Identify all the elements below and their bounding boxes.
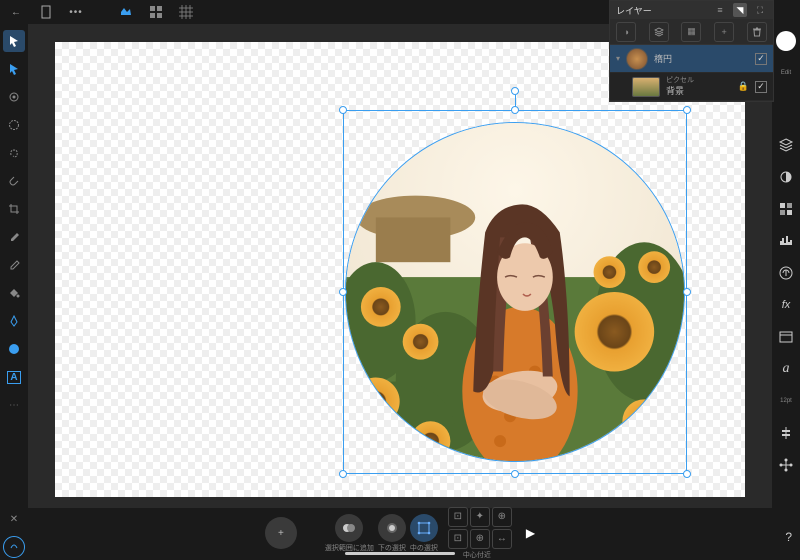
home-indicator: [345, 552, 455, 555]
back-icon: ←: [11, 7, 21, 18]
snap-cell[interactable]: ⊕: [492, 507, 512, 527]
select-below-button[interactable]: [378, 514, 406, 542]
resize-handle-se[interactable]: [683, 470, 691, 478]
histogram-icon[interactable]: [775, 230, 797, 252]
layers-studio-icon[interactable]: [775, 134, 797, 156]
layer-mask-icon[interactable]: ▦: [681, 22, 701, 42]
view-tool-icon[interactable]: [3, 86, 25, 108]
right-toolbar: Edit fx a 12pt: [772, 24, 800, 558]
layer-row-ellipse[interactable]: ▾ 楕円 ✓: [610, 45, 773, 73]
layer-group-icon[interactable]: [649, 22, 669, 42]
close-icon[interactable]: ✕: [3, 508, 25, 530]
layer-opacity-icon[interactable]: ◑: [616, 22, 636, 42]
layer-thumbnail: [626, 48, 648, 70]
layer-add-icon[interactable]: +: [714, 22, 734, 42]
resize-handle-n[interactable]: [511, 106, 519, 114]
snap-cell[interactable]: ⊡: [448, 507, 468, 527]
freehand-select-icon[interactable]: [3, 142, 25, 164]
text-styles-icon[interactable]: a: [775, 358, 797, 380]
persona-photo-icon[interactable]: [116, 2, 136, 22]
eraser-icon[interactable]: [3, 254, 25, 276]
layers-panel-toolbar: ◑ ▦ +: [610, 19, 773, 45]
grid-mode-icon[interactable]: [146, 2, 166, 22]
layers-panel-header: レイヤー ≡ ◥ ⛶: [610, 1, 773, 19]
text-size-label: 12pt: [775, 390, 797, 412]
panel-list-icon[interactable]: ≡: [713, 3, 727, 17]
left-toolbar: A ⋯ ✕: [0, 24, 28, 558]
layer-type-label: ピクセル: [666, 77, 694, 84]
disclosure-icon[interactable]: ▾: [616, 54, 620, 63]
selection-marquee-icon[interactable]: [3, 114, 25, 136]
paintbrush-icon[interactable]: [3, 226, 25, 248]
add-button[interactable]: +: [265, 517, 297, 549]
shape-ellipse-icon[interactable]: [3, 338, 25, 360]
move-tool-icon[interactable]: [3, 30, 25, 52]
play-icon[interactable]: ▶: [526, 526, 535, 540]
artboard[interactable]: [55, 42, 745, 497]
move-center-label: 中心付近: [463, 550, 491, 560]
rotate-handle[interactable]: [511, 87, 519, 95]
fill-tool-icon[interactable]: [3, 282, 25, 304]
help-ring-icon[interactable]: [3, 536, 25, 558]
add-to-selection-button[interactable]: [335, 514, 363, 542]
layer-visibility-checkbox[interactable]: ✓: [755, 53, 767, 65]
brushes-icon[interactable]: [775, 326, 797, 348]
flood-select-icon[interactable]: [3, 170, 25, 192]
select-inside-button[interactable]: [410, 514, 438, 542]
panel-filter-icon[interactable]: ◥: [733, 3, 747, 17]
panel-expand-icon[interactable]: ⛶: [753, 3, 767, 17]
node-tool-icon[interactable]: [3, 58, 25, 80]
adjustments-icon[interactable]: [775, 166, 797, 188]
color-foreground-icon[interactable]: [775, 30, 797, 52]
layer-visibility-checkbox[interactable]: ✓: [755, 81, 767, 93]
layer-row-background[interactable]: ピクセル 背景 🔒 ✓: [610, 73, 773, 101]
snap-cell[interactable]: ✦: [470, 507, 490, 527]
plus-icon: +: [278, 528, 284, 539]
lock-icon[interactable]: 🔒: [738, 81, 749, 92]
layer-delete-icon[interactable]: [747, 22, 767, 42]
more-icon[interactable]: •••: [66, 2, 86, 22]
resize-handle-s[interactable]: [511, 470, 519, 478]
pen-tool-icon[interactable]: [3, 310, 25, 332]
resize-handle-sw[interactable]: [339, 470, 347, 478]
context-toolbar: + 選択範囲に追加 下の選択 中の選択 ⊡ ✦ ⊕ ⊡ ⊕ ↔ 中心付近 ▶: [28, 508, 772, 558]
select-below-label: 下の選択: [378, 543, 406, 553]
snap-cell[interactable]: ↔: [492, 529, 512, 549]
add-to-selection-label: 選択範囲に追加: [325, 543, 374, 553]
layer-label: 楕円: [654, 52, 749, 65]
select-inside-label: 中の選択: [410, 543, 438, 553]
text-tool-icon[interactable]: A: [3, 366, 25, 388]
alignment-icon[interactable]: [775, 422, 797, 444]
pixel-grid-icon[interactable]: [176, 2, 196, 22]
edit-label: Edit: [775, 62, 797, 84]
resize-handle-ne[interactable]: [683, 106, 691, 114]
fx-icon[interactable]: fx: [775, 294, 797, 316]
back-button[interactable]: ←: [6, 2, 26, 22]
crop-tool-icon[interactable]: [3, 198, 25, 220]
snap-cell[interactable]: ⊡: [448, 529, 468, 549]
layers-panel-title: レイヤー: [616, 4, 652, 17]
layers-panel: レイヤー ≡ ◥ ⛶ ◑ ▦ + ▾ 楕円 ✓ ピクセル 背景 🔒 ✓: [609, 0, 774, 102]
snap-cell[interactable]: ⊕: [470, 529, 490, 549]
resize-handle-nw[interactable]: [339, 106, 347, 114]
layer-thumbnail: [632, 77, 660, 97]
stock-icon[interactable]: [775, 262, 797, 284]
help-button[interactable]: ?: [785, 530, 792, 544]
document-icon[interactable]: [36, 2, 56, 22]
placeholder-tool-icon[interactable]: ⋯: [3, 394, 25, 416]
ellipse-shape[interactable]: [345, 122, 685, 462]
layer-label: 背景: [666, 84, 694, 97]
snap-grid: ⊡ ✦ ⊕ ⊡ ⊕ ↔: [448, 507, 512, 549]
swatches-icon[interactable]: [775, 198, 797, 220]
transform-icon[interactable]: [775, 454, 797, 476]
